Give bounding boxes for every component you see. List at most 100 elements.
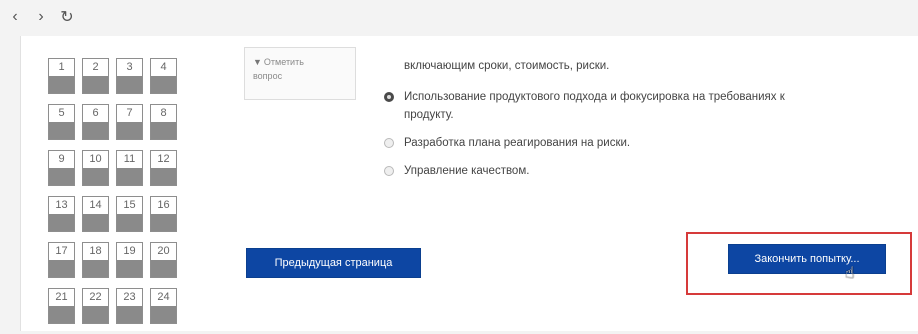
answered-indicator — [151, 214, 176, 231]
question-number: 7 — [126, 107, 133, 119]
radio-button[interactable] — [384, 138, 394, 148]
answered-indicator — [151, 260, 176, 277]
previous-page-button[interactable]: Предыдущая страница — [246, 248, 421, 278]
answer-option-3[interactable]: Управление качеством. — [384, 162, 824, 180]
answered-indicator — [49, 214, 74, 231]
flag-label-line1: Отметить — [263, 57, 304, 67]
question-number: 24 — [157, 291, 170, 303]
radio-button[interactable] — [384, 166, 394, 176]
question-number: 17 — [55, 245, 68, 257]
answered-indicator — [49, 122, 74, 139]
answer-option-2[interactable]: Разработка плана реагирования на риски. — [384, 134, 824, 152]
question-number: 10 — [89, 153, 102, 165]
question-nav-button[interactable]: 11 — [116, 150, 143, 186]
question-nav-row: 1 2 3 4 — [48, 58, 188, 94]
answer-option-1-label: Использование продуктового подхода и фок… — [404, 91, 785, 121]
answer-option-2-label: Разработка плана реагирования на риски. — [404, 137, 631, 149]
question-nav-button[interactable]: 15 — [116, 196, 143, 232]
answered-indicator — [83, 168, 108, 185]
question-number: 13 — [55, 199, 68, 211]
answer-option-3-label: Управление качеством. — [404, 165, 530, 177]
question-nav-button[interactable]: 20 — [150, 242, 177, 278]
question-number: 2 — [92, 61, 99, 73]
question-nav-button[interactable]: 6 — [82, 104, 109, 140]
question-nav-button[interactable]: 9 — [48, 150, 75, 186]
question-nav-button[interactable]: 23 — [116, 288, 143, 324]
answered-indicator — [151, 306, 176, 323]
question-number: 9 — [58, 153, 65, 165]
question-nav-button[interactable]: 4 — [150, 58, 177, 94]
question-number: 14 — [89, 199, 102, 211]
radio-button-selected[interactable] — [384, 92, 394, 102]
answered-indicator — [117, 168, 142, 185]
answered-indicator — [117, 306, 142, 323]
question-nav-button[interactable]: 17 — [48, 242, 75, 278]
question-nav-button[interactable]: 13 — [48, 196, 75, 232]
question-nav-row: 5 6 7 8 — [48, 104, 188, 140]
hand-cursor-icon: ☝ — [845, 265, 855, 282]
question-number: 3 — [126, 61, 133, 73]
answered-indicator — [117, 260, 142, 277]
answered-indicator — [117, 76, 142, 93]
question-number: 18 — [89, 245, 102, 257]
question-nav-row: 21 22 23 24 — [48, 288, 188, 324]
answered-indicator — [151, 168, 176, 185]
question-nav-button[interactable]: 1 — [48, 58, 75, 94]
question-number: 1 — [58, 61, 65, 73]
question-nav-row: 9 10 11 12 — [48, 150, 188, 186]
answered-indicator — [83, 260, 108, 277]
answered-indicator — [117, 122, 142, 139]
answer-options: Использование продуктового подхода и фок… — [384, 88, 824, 190]
chevron-left-icon[interactable]: ‹ — [8, 8, 22, 26]
question-number: 11 — [123, 153, 136, 165]
answered-indicator — [83, 214, 108, 231]
answered-indicator — [151, 76, 176, 93]
flag-question[interactable]: ▼ Отметить вопрос — [244, 47, 356, 100]
question-number: 19 — [123, 245, 136, 257]
question-nav-button[interactable]: 7 — [116, 104, 143, 140]
question-navigation: 1 2 3 4 5 6 7 8 9 10 11 12 13 14 15 16 17 18 19 20 21 22 23 24 — [48, 58, 188, 334]
question-number: 21 — [55, 291, 68, 303]
question-nav-button[interactable]: 24 — [150, 288, 177, 324]
question-number: 20 — [157, 245, 170, 257]
answered-indicator — [83, 122, 108, 139]
question-nav-row: 13 14 15 16 — [48, 196, 188, 232]
finish-attempt-button[interactable]: Закончить попытку... — [728, 244, 886, 274]
question-number: 15 — [123, 199, 136, 211]
question-nav-button[interactable]: 22 — [82, 288, 109, 324]
chevron-right-icon[interactable]: › — [34, 8, 48, 26]
question-number: 5 — [58, 107, 65, 119]
browser-nav: ‹ › ↻ — [8, 4, 74, 30]
answered-indicator — [151, 122, 176, 139]
answered-indicator — [49, 306, 74, 323]
answer-option-1[interactable]: Использование продуктового подхода и фок… — [384, 88, 824, 124]
answered-indicator — [49, 168, 74, 185]
question-nav-button[interactable]: 10 — [82, 150, 109, 186]
flag-label-line2: вопрос — [253, 71, 283, 81]
answered-indicator — [117, 214, 142, 231]
question-nav-button[interactable]: 14 — [82, 196, 109, 232]
answered-indicator — [49, 76, 74, 93]
question-number: 8 — [160, 107, 167, 119]
previous-option-text: включающим сроки, стоимость, риски. — [404, 60, 610, 72]
question-number: 22 — [89, 291, 102, 303]
answered-indicator — [83, 76, 108, 93]
question-nav-button[interactable]: 5 — [48, 104, 75, 140]
flag-icon: ▼ — [253, 57, 262, 67]
reload-icon[interactable]: ↻ — [60, 7, 74, 27]
question-number: 6 — [92, 107, 99, 119]
question-nav-button[interactable]: 19 — [116, 242, 143, 278]
question-number: 12 — [157, 153, 170, 165]
question-nav-button[interactable]: 18 — [82, 242, 109, 278]
question-nav-button[interactable]: 8 — [150, 104, 177, 140]
question-nav-button[interactable]: 21 — [48, 288, 75, 324]
answered-indicator — [83, 306, 108, 323]
question-number: 23 — [123, 291, 136, 303]
question-nav-button[interactable]: 16 — [150, 196, 177, 232]
question-nav-button[interactable]: 3 — [116, 58, 143, 94]
question-number: 16 — [157, 199, 170, 211]
question-nav-button[interactable]: 12 — [150, 150, 177, 186]
question-nav-row: 17 18 19 20 — [48, 242, 188, 278]
question-nav-button[interactable]: 2 — [82, 58, 109, 94]
question-number: 4 — [160, 61, 167, 73]
